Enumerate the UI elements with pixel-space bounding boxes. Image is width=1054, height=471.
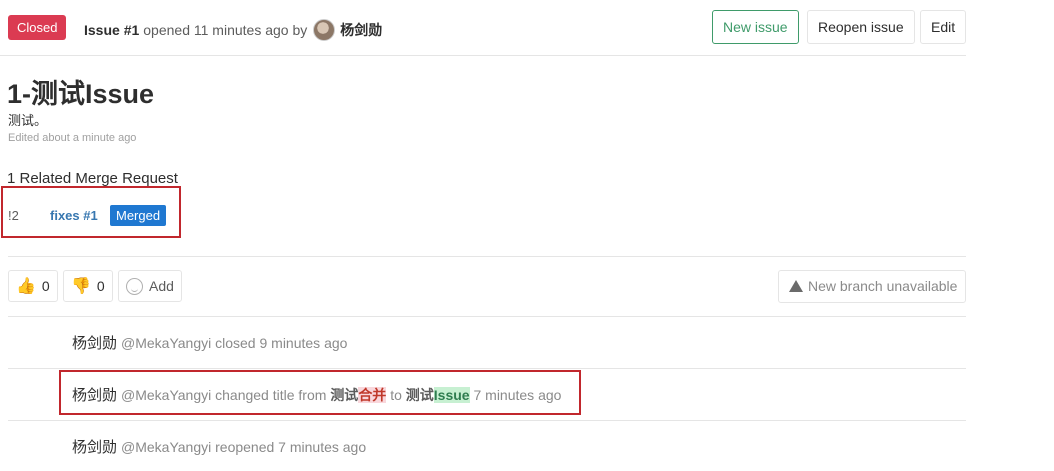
note-author[interactable]: 杨剑勋 — [72, 387, 117, 404]
note-time: 7 minutes ago — [473, 387, 562, 403]
note-text: closed 9 minutes ago — [215, 335, 348, 351]
mr-title-link[interactable]: fixes #1 — [50, 208, 98, 223]
thumbsdown-count: 0 — [96, 278, 105, 294]
add-award-button[interactable]: Add — [118, 270, 182, 302]
divider — [8, 420, 966, 421]
note-to: to — [390, 387, 402, 403]
new-branch-label: New branch unavailable — [808, 278, 958, 294]
note-author[interactable]: 杨剑勋 — [72, 335, 117, 352]
note-author[interactable]: 杨剑勋 — [72, 439, 117, 456]
deleted-text: 合并 — [358, 387, 387, 403]
avatar[interactable] — [313, 19, 336, 41]
mr-status-badge: Merged — [110, 205, 167, 226]
system-note: 杨剑勋 @MekaYangyi reopened 7 minutes ago — [72, 436, 366, 457]
note-text: reopened 7 minutes ago — [215, 439, 367, 455]
thumbsup-icon: 👍 — [16, 278, 36, 295]
author-link[interactable]: 杨剑勋 — [340, 20, 382, 40]
mr-ref: !2 — [8, 208, 19, 223]
smile-icon — [126, 277, 143, 295]
inserted-text: Issue — [433, 387, 470, 403]
thumbsdown-award-button[interactable]: 👎 0 — [63, 270, 113, 302]
issue-meta: Issue #1 opened 11 minutes ago by 杨剑勋 — [84, 19, 382, 41]
thumbsdown-icon: 👎 — [71, 278, 91, 295]
opened-text: opened 11 minutes ago by — [143, 22, 308, 38]
edit-button[interactable]: Edit — [920, 10, 967, 44]
thumbsup-count: 0 — [41, 278, 50, 294]
system-note: 杨剑勋 @MekaYangyi closed 9 minutes ago — [72, 332, 347, 353]
old-title-part: 测试 — [330, 387, 359, 403]
new-title-part: 测试 — [405, 387, 434, 403]
divider — [8, 316, 966, 317]
note-text: changed title from — [215, 387, 327, 403]
reopen-issue-button[interactable]: Reopen issue — [807, 10, 915, 44]
issue-header: Closed Issue #1 opened 11 minutes ago by… — [0, 0, 967, 56]
new-branch-button[interactable]: New branch unavailable — [778, 270, 966, 303]
issue-ref: Issue #1 — [84, 22, 140, 38]
related-mr-heading: 1 Related Merge Request — [7, 170, 178, 187]
note-handle[interactable]: @MekaYangyi — [121, 335, 211, 351]
note-handle[interactable]: @MekaYangyi — [121, 387, 211, 403]
divider — [8, 256, 966, 257]
system-note: 杨剑勋 @MekaYangyi changed title from 测试合并 t… — [72, 384, 561, 405]
issue-title: 1-测试Issue — [7, 79, 155, 109]
status-badge: Closed — [8, 15, 67, 40]
divider — [8, 368, 966, 369]
add-award-label: Add — [149, 278, 174, 294]
new-issue-button[interactable]: New issue — [712, 10, 799, 44]
note-handle[interactable]: @MekaYangyi — [121, 439, 211, 455]
warning-icon — [789, 280, 803, 292]
issue-description: 测试。 — [8, 113, 48, 128]
edited-timestamp: Edited about a minute ago — [8, 132, 137, 144]
thumbsup-award-button[interactable]: 👍 0 — [8, 270, 58, 302]
